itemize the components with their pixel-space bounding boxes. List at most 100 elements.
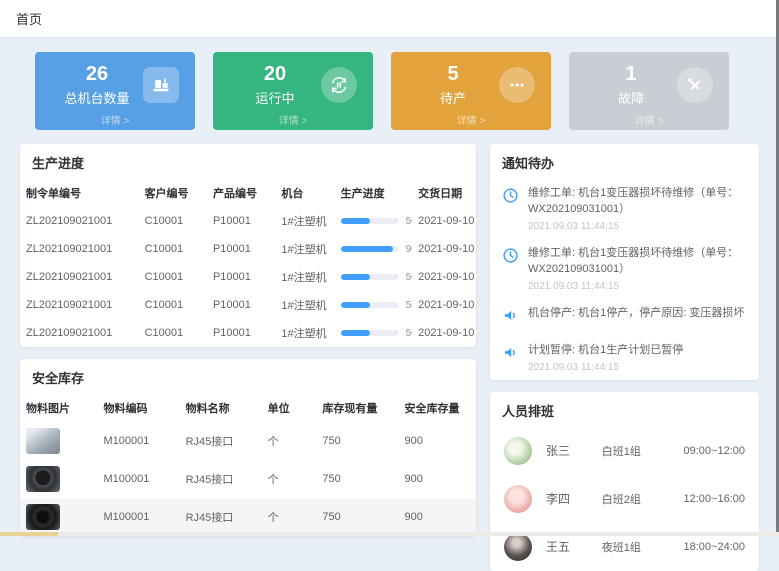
stat-detail-link[interactable]: 详情 > [391,112,551,127]
notice-body: 维修工单: 机台1变压器损坏待维修（单号：WX202109031001） 202… [528,246,747,292]
column-header: 生产进度 [335,179,413,207]
notice-body: 维修工单: 机台1变压器损坏待维修（单号：WX202109031001） 202… [528,186,747,232]
progress-percent: 50% [406,216,413,227]
stat-cards: 26 总机台数量 详情 > 20 运行中 [35,52,729,130]
notice-time: 2021.09.03 11:44:15 [528,281,747,292]
stat-detail-link[interactable]: 详情 > [35,112,195,127]
stat-detail-link[interactable]: 详情 > [213,112,373,127]
order-no-cell: ZL202109021001 [20,291,139,319]
unit-cell: 个 [262,498,317,536]
material-image [26,504,60,530]
staff-shift: 白班1组 [602,443,670,459]
progress-cell: 90% [335,235,413,263]
tab-home[interactable]: 首页 [16,9,42,28]
table-row: ZL202109021001 C10001 P10001 1#注塑机 50% 2… [20,263,476,291]
staff-name: 王五 [546,538,588,555]
production-table: 制令单编号 客户编号 产品编号 机台 生产进度 交货日期 ZL202109021… [20,179,476,347]
stat-detail-link[interactable]: 详情 > [569,112,729,127]
tools-icon [677,67,713,103]
stat-label: 待产 [440,88,466,107]
production-panel: 生产进度 制令单编号 客户编号 产品编号 机台 生产进度 交货日期 ZL2021 [20,144,476,347]
staff-panel: 人员排班 张三 白班1组 09:00~12:00 李四 白班2组 12:00~1… [490,392,759,571]
column-header: 物料图片 [20,394,98,422]
avatar [504,437,532,465]
stat-label: 总机台数量 [64,88,129,107]
material-image [26,428,60,454]
staff-row: 李四 白班2组 12:00~16:00 [490,475,759,523]
stat-value: 26 [86,63,108,85]
material-image [26,466,60,492]
customer-no-cell: C10001 [139,319,207,347]
avatar [504,485,532,513]
machine-icon [143,67,179,103]
stat-value: 5 [447,63,458,85]
notice-text: 计划暂停: 机台1生产计划已暂停 [528,343,683,359]
progress-bar [341,302,399,308]
stock-cell: 750 [316,422,398,460]
window-edge-bottom [0,532,779,536]
stat-card-fault[interactable]: 1 故障 详情 > [569,52,729,130]
notice-item[interactable]: 维修工单: 机台1变压器损坏待维修（单号：WX202109031001） 202… [490,179,759,239]
staff-shift: 夜班1组 [602,539,670,555]
staff-name: 李四 [546,490,588,507]
progress-cell: 50% [335,263,413,291]
running-icon [321,67,357,103]
order-no-cell: ZL202109021001 [20,207,139,235]
clock-icon [502,246,520,292]
table-row: ZL202109021001 C10001 P10001 1#注塑机 50% 2… [20,319,476,347]
stat-label: 故障 [618,88,644,107]
table-row: ZL202109021001 C10001 P10001 1#注塑机 90% 2… [20,235,476,263]
notice-item[interactable]: 维修工单: 机台1变压器损坏待维修（单号：WX202109031001） 202… [490,239,759,299]
material-name-cell: RJ45接口 [180,498,262,536]
progress-bar [341,274,399,280]
material-image-cell [20,422,98,460]
column-header: 客户编号 [139,179,207,207]
notices-panel: 通知待办 维修工单: 机台1变压器损坏待维修（单号：WX202109031001… [490,144,759,380]
stat-card-running[interactable]: 20 运行中 详情 > [213,52,373,130]
table-header-row: 制令单编号 客户编号 产品编号 机台 生产进度 交货日期 [20,179,476,207]
column-header: 交货日期 [412,179,476,207]
progress-percent: 50% [406,328,413,339]
notice-time: 2021.09.03 11:44:15 [528,362,683,373]
column-header: 产品编号 [207,179,275,207]
notice-item[interactable]: 计划暂停: 机台1生产计划已暂停 2021.09.03 11:44:15 [490,336,759,380]
unit-cell: 个 [262,422,317,460]
speaker-icon [502,343,520,373]
table-header-row: 物料图片 物料编码 物料名称 单位 库存现有量 安全库存量 [20,394,476,422]
customer-no-cell: C10001 [139,263,207,291]
order-no-cell: ZL202109021001 [20,319,139,347]
notice-item[interactable]: 机台停产: 机台1停产，停产原因: 变压器损坏 [490,299,759,336]
inventory-panel: 安全库存 物料图片 物料编码 物料名称 单位 库存现有量 安全库存量 [20,359,476,536]
progress-cell: 50% [335,291,413,319]
notices-panel-title: 通知待办 [490,144,759,179]
material-image-cell [20,498,98,536]
customer-no-cell: C10001 [139,291,207,319]
table-row: ZL202109021001 C10001 P10001 1#注塑机 50% 2… [20,291,476,319]
staff-name: 张三 [546,442,588,459]
column-header: 库存现有量 [316,394,398,422]
progress-percent: 50% [406,272,413,283]
machine-cell: 1#注塑机 [275,235,334,263]
staff-panel-title: 人员排班 [490,392,759,427]
speaker-icon [502,306,520,329]
product-no-cell: P10001 [207,207,275,235]
delivery-date-cell: 2021-09-10 [412,235,476,263]
stat-card-total-machines[interactable]: 26 总机台数量 详情 > [35,52,195,130]
progress-bar [341,246,399,252]
staff-time: 12:00~16:00 [684,493,745,505]
staff-shift: 白班2组 [602,491,670,507]
delivery-date-cell: 2021-09-10 [412,319,476,347]
safety-stock-cell: 900 [398,498,476,536]
column-header: 单位 [262,394,317,422]
stat-value: 20 [264,63,286,85]
table-row: ZL202109021001 C10001 P10001 1#注塑机 50% 2… [20,207,476,235]
machine-cell: 1#注塑机 [275,207,334,235]
safety-stock-cell: 900 [398,422,476,460]
stat-card-waiting[interactable]: 5 待产 详情 > [391,52,551,130]
customer-no-cell: C10001 [139,235,207,263]
column-header: 物料编码 [98,394,180,422]
material-name-cell: RJ45接口 [180,460,262,498]
progress-percent: 50% [406,300,413,311]
staff-time: 09:00~12:00 [684,445,745,457]
material-name-cell: RJ45接口 [180,422,262,460]
